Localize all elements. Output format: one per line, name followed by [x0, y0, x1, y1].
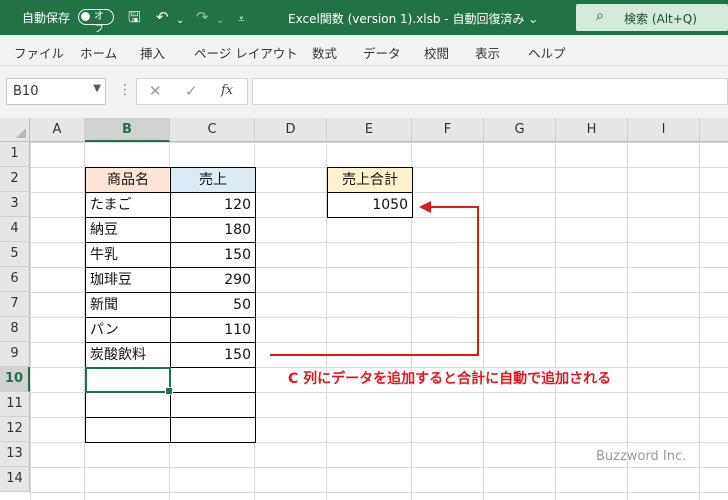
watermark: Buzzword Inc.: [596, 449, 687, 464]
annotation-text: C 列にデータを追加すると合計に自動で追加される: [288, 371, 612, 387]
annotation-arrow: [270, 201, 479, 356]
